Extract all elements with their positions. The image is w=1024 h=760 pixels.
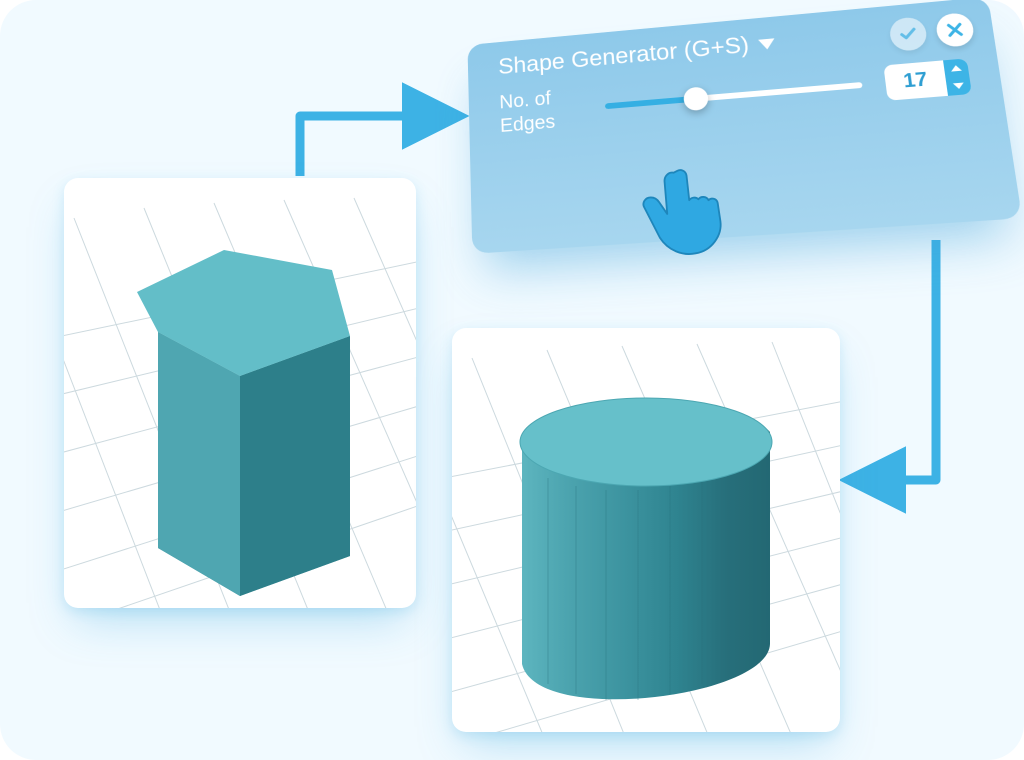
spin-up-button[interactable] <box>943 58 969 78</box>
close-icon <box>944 20 966 39</box>
edges-spinbox[interactable]: 17 <box>883 58 972 100</box>
spin-buttons <box>943 58 972 95</box>
shape-generator-panel: Shape Generator (G+S) No. of Edges <box>467 0 1022 254</box>
chevron-down-icon <box>759 38 776 50</box>
check-icon <box>898 25 919 44</box>
diagram-canvas: Shape Generator (G+S) No. of Edges <box>0 0 1024 760</box>
edges-value[interactable]: 17 <box>883 60 948 100</box>
panel-perspective-wrap: Shape Generator (G+S) No. of Edges <box>468 28 988 248</box>
preview-after <box>452 328 840 732</box>
preview-before <box>64 178 416 608</box>
slider-thumb[interactable] <box>683 86 709 111</box>
edges-slider[interactable] <box>604 68 864 122</box>
slider-track-fill <box>605 96 696 109</box>
edges-label: No. of Edges <box>499 85 584 139</box>
spin-down-button[interactable] <box>946 76 972 96</box>
